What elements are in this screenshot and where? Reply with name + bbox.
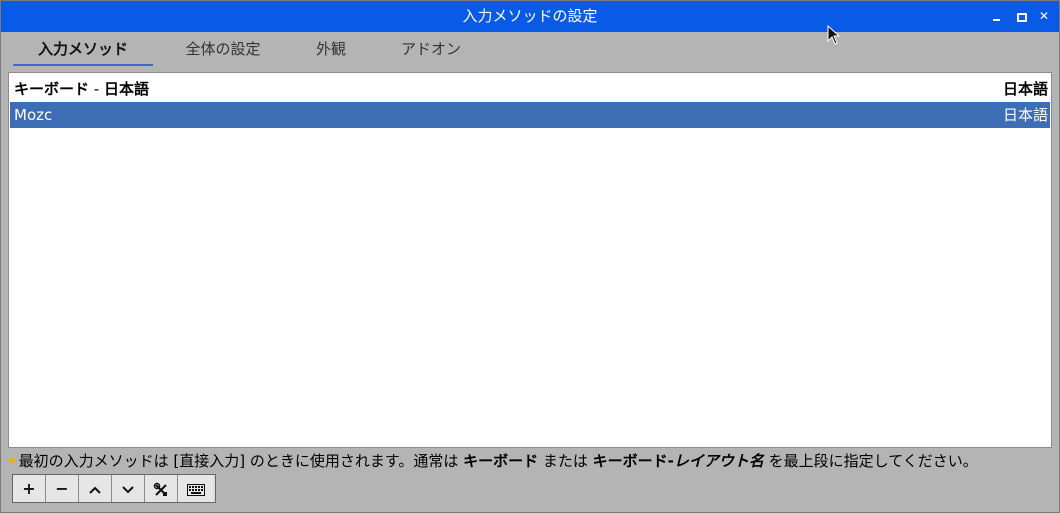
hint-text: ✦最初の入力メソッドは [直接入力] のときに使用されます。通常は キーボード … xyxy=(6,450,1056,472)
close-button[interactable]: ✕ xyxy=(1035,6,1053,26)
add-button[interactable]: + xyxy=(13,475,46,502)
maximize-button[interactable] xyxy=(1012,6,1030,26)
hint-italic-layout-name: レイアウト名 xyxy=(673,452,764,470)
tab-global-config[interactable]: 全体の設定 xyxy=(163,32,283,66)
header-name-dash: - xyxy=(89,80,104,98)
move-down-button[interactable] xyxy=(112,475,145,502)
hint-part2: または xyxy=(538,452,593,470)
hint-bold-keyboard-dash: キーボード- xyxy=(592,452,674,470)
list-header-row[interactable]: キーボード - 日本語 日本語 xyxy=(10,76,1050,102)
mouse-cursor-icon xyxy=(827,25,841,45)
star-icon: ✦ xyxy=(6,452,19,470)
list-toolbar: + − xyxy=(12,474,216,503)
minimize-button[interactable] xyxy=(988,6,1006,26)
tab-addons[interactable]: アドオン xyxy=(376,32,486,66)
list-item-name: Mozc xyxy=(14,106,53,124)
minimize-icon xyxy=(993,19,1000,21)
keyboard-layout-button[interactable] xyxy=(178,475,213,502)
window-title: 入力メソッドの設定 xyxy=(462,7,598,25)
remove-button[interactable]: − xyxy=(46,475,79,502)
header-name-language: 日本語 xyxy=(103,80,149,98)
list-item[interactable]: Mozc 日本語 xyxy=(10,102,1050,128)
header-name-keyboard: キーボード xyxy=(14,80,90,98)
input-method-list[interactable]: キーボード - 日本語 日本語 Mozc 日本語 xyxy=(8,72,1052,448)
chevron-up-icon xyxy=(89,486,101,494)
keyboard-icon xyxy=(186,483,205,496)
tools-icon xyxy=(153,482,167,496)
move-up-button[interactable] xyxy=(79,475,112,502)
header-language: 日本語 xyxy=(1002,80,1048,98)
hint-bold-keyboard: キーボード xyxy=(463,452,539,470)
chevron-down-icon xyxy=(122,485,134,493)
title-bar[interactable]: 入力メソッドの設定 ✕ xyxy=(1,1,1059,32)
list-item-language: 日本語 xyxy=(1002,106,1048,124)
tab-appearance[interactable]: 外観 xyxy=(296,32,366,66)
hint-part3: を最上段に指定してください。 xyxy=(763,452,978,470)
configure-button[interactable] xyxy=(145,475,178,502)
maximize-icon xyxy=(1017,13,1027,22)
input-method-settings-window: 入力メソッドの設定 ✕ 入力メソッド 全体の設定 外観 アドオン キーボード -… xyxy=(0,0,1060,513)
tab-bar: 入力メソッド 全体の設定 外観 アドオン xyxy=(6,32,1056,66)
close-icon: ✕ xyxy=(1038,9,1050,23)
tab-input-method[interactable]: 入力メソッド xyxy=(13,32,153,66)
hint-part1: 最初の入力メソッドは [直接入力] のときに使用されます。通常は xyxy=(18,452,464,470)
header-name: キーボード - 日本語 xyxy=(14,76,149,102)
